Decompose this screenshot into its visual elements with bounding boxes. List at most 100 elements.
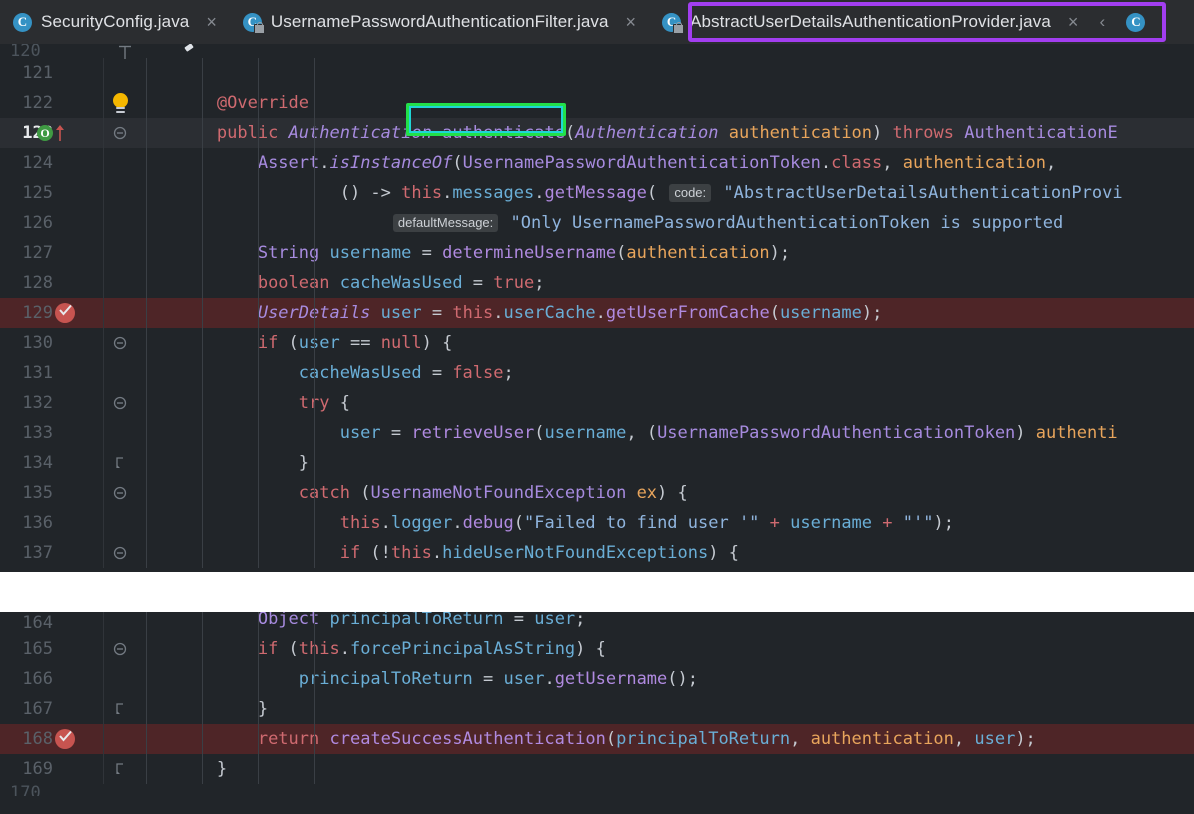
code-line[interactable]: 129 UserDetails user = this.userCache.ge… — [0, 298, 1194, 328]
code-text[interactable]: String username = determineUsername(auth… — [135, 238, 1194, 268]
line-gutter[interactable]: 122 — [0, 88, 135, 118]
line-gutter[interactable]: 123O — [0, 118, 135, 148]
close-icon[interactable]: × — [204, 13, 219, 31]
line-gutter[interactable]: 135 — [0, 478, 135, 508]
code-lines-top[interactable]: 121122 @Override123O public Authenticati… — [0, 58, 1194, 568]
code-line[interactable]: 130 if (user == null) { — [0, 328, 1194, 358]
code-line[interactable]: 132 try { — [0, 388, 1194, 418]
line-gutter[interactable]: 166 — [0, 664, 135, 694]
fold-arrow-icon[interactable] — [113, 762, 127, 776]
code-line[interactable]: 166 principalToReturn = user.getUsername… — [0, 664, 1194, 694]
editor-tab-1[interactable]: C UsernamePasswordAuthenticationFilter.ja… — [229, 0, 650, 44]
fold-arrow-icon[interactable] — [113, 396, 127, 410]
line-gutter[interactable]: 165 — [0, 634, 135, 664]
code-text[interactable]: this.logger.debug("Failed to find user '… — [135, 508, 1194, 538]
code-line[interactable]: 123O public Authentication authenticate(… — [0, 118, 1194, 148]
code-text[interactable]: Object principalToReturn = user; — [135, 612, 1194, 634]
line-gutter[interactable]: 167 — [0, 694, 135, 724]
code-line[interactable]: 164 Object principalToReturn = user; — [0, 612, 1194, 634]
code-token: debug — [462, 513, 514, 533]
code-text[interactable]: () -> this.messages.getMessage( code: "A… — [135, 178, 1194, 209]
code-text[interactable]: cacheWasUsed = false; — [135, 358, 1194, 388]
code-line[interactable]: 128 boolean cacheWasUsed = true; — [0, 268, 1194, 298]
line-gutter[interactable]: 136 — [0, 508, 135, 538]
code-text[interactable]: if (this.forcePrincipalAsString) { — [135, 634, 1194, 664]
code-token: return — [257, 729, 320, 749]
line-gutter[interactable]: 137 — [0, 538, 135, 568]
override-marker-icon[interactable]: O — [37, 125, 53, 141]
line-gutter[interactable]: 131 — [0, 358, 135, 388]
code-text[interactable]: defaultMessage: "Only UsernamePasswordAu… — [135, 208, 1194, 239]
line-gutter[interactable]: 132 — [0, 388, 135, 418]
code-text[interactable]: catch (UsernameNotFoundException ex) { — [135, 478, 1194, 508]
code-text[interactable]: return createSuccessAuthentication(princ… — [135, 724, 1194, 754]
code-text[interactable]: } — [135, 448, 1194, 478]
code-line[interactable]: 133 user = retrieveUser(username, (Usern… — [0, 418, 1194, 448]
code-line[interactable]: 136 this.logger.debug("Failed to find us… — [0, 508, 1194, 538]
editor-tab-0[interactable]: C SecurityConfig.java × — [0, 0, 230, 44]
fold-arrow-icon[interactable] — [113, 336, 127, 350]
lock-icon — [673, 21, 685, 34]
line-gutter[interactable]: 133 — [0, 418, 135, 448]
line-gutter[interactable]: 169 — [0, 754, 135, 784]
code-line[interactable]: 165 if (this.forcePrincipalAsString) { — [0, 634, 1194, 664]
code-text[interactable]: if (user == null) { — [135, 328, 1194, 358]
fold-arrow-icon[interactable] — [113, 126, 127, 140]
indent-guide — [202, 58, 203, 568]
code-line[interactable]: 124 Assert.isInstanceOf(UsernamePassword… — [0, 148, 1194, 178]
code-text[interactable]: if (!this.hideUserNotFoundExceptions) { — [135, 538, 1194, 568]
fold-arrow-icon[interactable] — [113, 486, 127, 500]
line-gutter[interactable]: 134 — [0, 448, 135, 478]
code-line[interactable]: 121 — [0, 58, 1194, 88]
code-text[interactable]: UserDetails user = this.userCache.getUse… — [135, 298, 1194, 328]
code-line[interactable]: 122 @Override — [0, 88, 1194, 118]
code-lines-bottom[interactable]: 164 Object principalToReturn = user; 165 … — [0, 612, 1194, 784]
code-text[interactable]: } — [135, 694, 1194, 724]
code-line[interactable]: 134 } — [0, 448, 1194, 478]
code-text[interactable]: } — [135, 754, 1194, 784]
line-gutter[interactable]: 126 — [0, 208, 135, 238]
line-gutter[interactable]: 164 — [0, 612, 135, 634]
fold-arrow-icon[interactable] — [113, 456, 127, 470]
code-line[interactable]: 125 () -> this.messages.getMessage( code… — [0, 178, 1194, 208]
code-line[interactable]: 168 return createSuccessAuthentication(p… — [0, 724, 1194, 754]
breakpoint-verified-icon[interactable] — [55, 303, 75, 323]
breakpoint-verified-icon[interactable] — [55, 729, 75, 749]
line-gutter[interactable]: 127 — [0, 238, 135, 268]
line-gutter[interactable]: 124 — [0, 148, 135, 178]
lightbulb-icon[interactable] — [112, 93, 129, 113]
code-text[interactable]: @Override — [135, 88, 1194, 118]
line-gutter[interactable]: 125 — [0, 178, 135, 208]
code-line[interactable]: 135 catch (UsernameNotFoundException ex)… — [0, 478, 1194, 508]
line-gutter[interactable]: 128 — [0, 268, 135, 298]
code-editor-bottom-pane[interactable]: 164 Object principalToReturn = user; 165 … — [0, 612, 1194, 814]
code-line[interactable]: 126 defaultMessage: "Only UsernamePasswo… — [0, 208, 1194, 238]
code-text[interactable]: boolean cacheWasUsed = true; — [135, 268, 1194, 298]
up-arrow-icon[interactable] — [55, 124, 65, 142]
close-icon[interactable]: × — [624, 13, 639, 31]
code-line[interactable]: 167 } — [0, 694, 1194, 724]
line-gutter[interactable]: 129 — [0, 298, 135, 328]
close-icon[interactable]: × — [1066, 13, 1081, 31]
code-line[interactable]: 131 cacheWasUsed = false; — [0, 358, 1194, 388]
fold-arrow-icon[interactable] — [113, 546, 127, 560]
code-text[interactable]: principalToReturn = user.getUsername(); — [135, 664, 1194, 694]
code-text[interactable]: Assert.isInstanceOf(UsernamePasswordAuth… — [135, 148, 1194, 178]
code-text[interactable]: user = retrieveUser(username, (UsernameP… — [135, 418, 1194, 448]
code-token: class — [831, 153, 883, 173]
line-gutter[interactable]: 130 — [0, 328, 135, 358]
code-line[interactable]: 137 if (!this.hideUserNotFoundExceptions… — [0, 538, 1194, 568]
line-gutter[interactable]: 121 — [0, 58, 135, 88]
editor-tab-2[interactable]: C AbstractUserDetailsAuthenticationProvid… — [649, 0, 1092, 44]
fold-arrow-icon[interactable] — [113, 702, 127, 716]
code-line[interactable]: 169 } — [0, 754, 1194, 784]
tab-scroll-left-icon[interactable]: ‹ — [1091, 0, 1113, 44]
fold-arrow-icon[interactable] — [113, 642, 127, 656]
code-line[interactable]: 127 String username = determineUsername(… — [0, 238, 1194, 268]
tab-partial-next[interactable]: C — [1113, 0, 1146, 44]
code-editor-top-pane[interactable]: 120 121122 @Override123O public Authenti… — [0, 44, 1194, 572]
code-text[interactable]: public Authentication authenticate(Authe… — [135, 118, 1194, 148]
line-gutter[interactable]: 168 — [0, 724, 135, 754]
code-text[interactable]: try { — [135, 388, 1194, 418]
